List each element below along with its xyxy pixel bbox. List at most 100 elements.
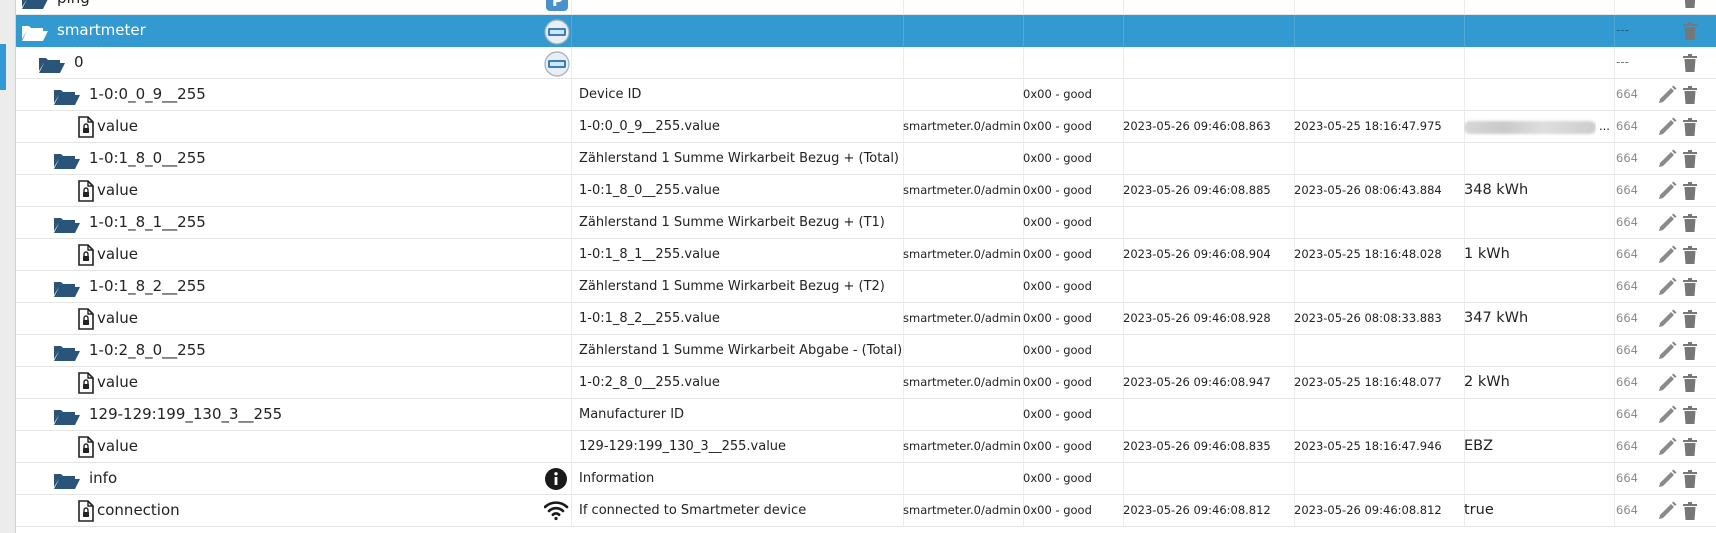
tree-item-name[interactable]: value xyxy=(97,175,138,206)
state-description: 1-0:2_8_0__255.value xyxy=(579,375,720,390)
delete-trash-icon[interactable] xyxy=(1680,52,1706,74)
edit-pencil-icon[interactable] xyxy=(1656,244,1682,266)
delete-trash-icon[interactable] xyxy=(1680,116,1706,138)
acl-rights[interactable]: --- xyxy=(1616,47,1629,78)
acl-rights[interactable]: 664 xyxy=(1616,399,1638,430)
state-last-change: 2023-05-26 08:08:33.883 xyxy=(1294,311,1442,325)
tree-row-folder[interactable]: 1-0:1_8_0__255 Zählerstand 1 Summe Wirkar… xyxy=(16,143,1716,175)
folder-open-icon[interactable] xyxy=(38,54,66,78)
tree-item-name[interactable]: connection xyxy=(97,495,180,526)
tree-item-name[interactable]: 1-0:1_8_2__255 xyxy=(89,271,206,302)
tree-row-folder[interactable]: 1-0:1_8_2__255 Zählerstand 1 Summe Wirkar… xyxy=(16,271,1716,303)
column-divider xyxy=(1464,271,1465,302)
acl-rights[interactable]: 664 xyxy=(1616,175,1638,206)
delete-trash-icon[interactable] xyxy=(1680,180,1706,202)
edit-pencil-icon[interactable] xyxy=(1656,468,1682,490)
edit-pencil-icon[interactable] xyxy=(1656,372,1682,394)
edit-pencil-icon[interactable] xyxy=(1656,436,1682,458)
acl-rights[interactable]: 664 xyxy=(1616,463,1638,494)
column-divider xyxy=(1123,399,1124,430)
edit-pencil-icon[interactable] xyxy=(1656,212,1682,234)
delete-trash-icon[interactable] xyxy=(1680,244,1706,266)
delete-trash-icon[interactable] xyxy=(1680,212,1706,234)
tree-row-folder[interactable]: 1-0:2_8_0__255 Zählerstand 1 Summe Wirkar… xyxy=(16,335,1716,367)
column-divider xyxy=(571,15,572,46)
tree-row-state[interactable]: value 1-0:1_8_2__255.value smartmeter.0/ad… xyxy=(16,303,1716,335)
edit-pencil-icon[interactable] xyxy=(1656,84,1682,106)
delete-trash-icon[interactable] xyxy=(1680,468,1706,490)
edit-pencil-icon[interactable] xyxy=(1656,116,1682,138)
edit-pencil-icon[interactable] xyxy=(1656,148,1682,170)
tree-item-name[interactable]: 1-0:0_0_9__255 xyxy=(89,79,206,110)
acl-rights[interactable]: 664 xyxy=(1616,271,1638,302)
tree-item-name[interactable]: 129-129:199_130_3__255 xyxy=(89,399,282,430)
delete-trash-icon[interactable] xyxy=(1680,148,1706,170)
delete-trash-icon[interactable] xyxy=(1680,436,1706,458)
acl-rights[interactable]: 664 xyxy=(1616,303,1638,334)
folder-open-icon[interactable] xyxy=(53,86,81,110)
folder-open-icon[interactable] xyxy=(53,406,81,430)
column-divider xyxy=(571,111,572,142)
delete-trash-icon[interactable] xyxy=(1680,404,1706,426)
tree-item-name[interactable]: 1-0:1_8_1__255 xyxy=(89,207,206,238)
delete-trash-icon[interactable] xyxy=(1680,84,1706,106)
tree-row-state[interactable]: value 1-0:2_8_0__255.value smartmeter.0/ad… xyxy=(16,367,1716,399)
delete-trash-icon[interactable] xyxy=(1680,308,1706,330)
tree-item-name[interactable]: smartmeter xyxy=(57,15,146,46)
acl-rights[interactable]: 664 xyxy=(1616,79,1638,110)
acl-rights[interactable]: 664 xyxy=(1616,239,1638,270)
tree-item-name[interactable]: 0 xyxy=(74,47,84,78)
edit-pencil-icon[interactable] xyxy=(1656,180,1682,202)
tree-row-folder[interactable]: smartmeter --- xyxy=(16,15,1716,47)
edit-pencil-icon[interactable] xyxy=(1656,276,1682,298)
tree-row-folder[interactable]: 1-0:0_0_9__255 Device ID 0x00 - good 664 xyxy=(16,79,1716,111)
delete-trash-icon[interactable] xyxy=(1680,340,1706,362)
tree-row-folder[interactable]: 129-129:199_130_3__255 Manufacturer ID 0x0… xyxy=(16,399,1716,431)
folder-open-icon[interactable] xyxy=(21,0,49,14)
tree-item-name[interactable]: 1-0:2_8_0__255 xyxy=(89,335,206,366)
folder-open-icon[interactable] xyxy=(53,342,81,366)
edit-pencil-icon[interactable] xyxy=(1656,500,1682,522)
tree-row-folder[interactable]: info Information 0x00 - good 664 xyxy=(16,463,1716,495)
folder-open-icon[interactable] xyxy=(21,22,49,46)
acl-rights[interactable]: --- xyxy=(1616,15,1629,46)
acl-rights[interactable]: 664 xyxy=(1616,431,1638,462)
tree-row-folder[interactable]: 1-0:1_8_1__255 Zählerstand 1 Summe Wirkar… xyxy=(16,207,1716,239)
tree-row-folder[interactable]: ping P xyxy=(16,0,1716,15)
tree-row-state[interactable]: value 1-0:1_8_0__255.value smartmeter.0/ad… xyxy=(16,175,1716,207)
delete-trash-icon[interactable] xyxy=(1680,276,1706,298)
tree-item-name[interactable]: value xyxy=(97,431,138,462)
folder-open-icon[interactable] xyxy=(53,470,81,494)
acl-rights[interactable]: 664 xyxy=(1616,367,1638,398)
state-description: 1-0:1_8_2__255.value xyxy=(579,311,720,326)
tree-item-name[interactable]: value xyxy=(97,303,138,334)
acl-rights[interactable]: 664 xyxy=(1616,495,1638,526)
edit-pencil-icon[interactable] xyxy=(1656,340,1682,362)
delete-trash-icon[interactable] xyxy=(1680,0,1706,10)
acl-rights[interactable]: 664 xyxy=(1616,335,1638,366)
delete-trash-icon[interactable] xyxy=(1680,372,1706,394)
tree-row-state[interactable]: connection If connected to Smartmeter dev… xyxy=(16,495,1716,527)
tree-item-name[interactable]: value xyxy=(97,239,138,270)
delete-trash-icon[interactable] xyxy=(1680,500,1706,522)
acl-rights[interactable]: 664 xyxy=(1616,111,1638,142)
edit-pencil-icon[interactable] xyxy=(1656,308,1682,330)
column-divider xyxy=(1464,79,1465,110)
tree-item-name[interactable]: value xyxy=(97,111,138,142)
delete-trash-icon[interactable] xyxy=(1680,20,1706,42)
tree-item-name[interactable]: ping xyxy=(57,0,90,14)
acl-rights[interactable]: 664 xyxy=(1616,207,1638,238)
folder-open-icon[interactable] xyxy=(53,150,81,174)
tree-row-state[interactable]: value 1-0:1_8_1__255.value smartmeter.0/ad… xyxy=(16,239,1716,271)
tree-item-name[interactable]: info xyxy=(89,463,117,494)
column-divider xyxy=(1294,207,1295,238)
acl-rights[interactable]: 664 xyxy=(1616,143,1638,174)
tree-item-name[interactable]: 1-0:1_8_0__255 xyxy=(89,143,206,174)
tree-row-state[interactable]: value 129-129:199_130_3__255.value smartme… xyxy=(16,431,1716,463)
tree-item-name[interactable]: value xyxy=(97,367,138,398)
tree-row-state[interactable]: value 1-0:0_0_9__255.value smartmeter.0/ad… xyxy=(16,111,1716,143)
folder-open-icon[interactable] xyxy=(53,278,81,302)
edit-pencil-icon[interactable] xyxy=(1656,404,1682,426)
folder-open-icon[interactable] xyxy=(53,214,81,238)
tree-row-folder[interactable]: 0 --- xyxy=(16,47,1716,79)
